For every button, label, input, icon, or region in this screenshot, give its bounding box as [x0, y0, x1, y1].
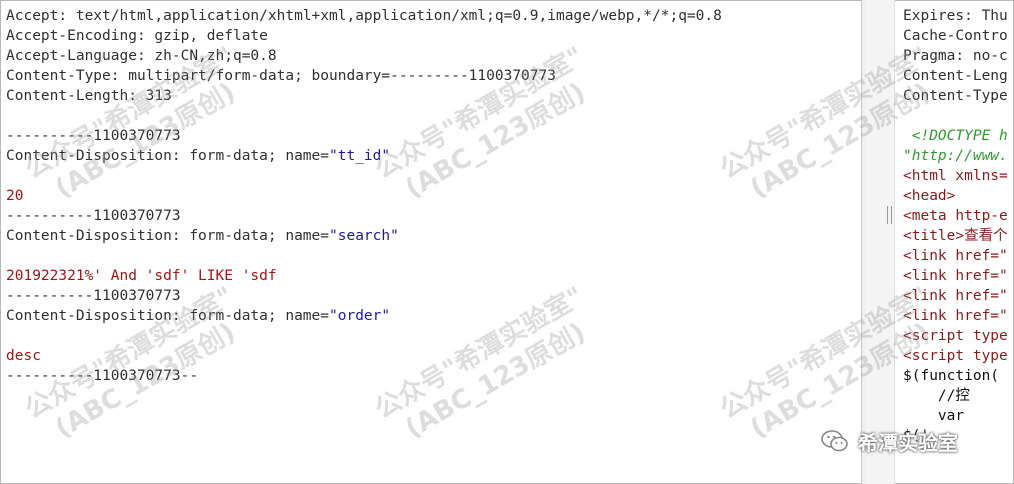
resp-script-tag: <script type: [903, 328, 1008, 344]
resp-link-tag: <link href=": [903, 268, 1008, 284]
header-accept-language: Accept-Language: zh-CN,zh;q=0.8: [6, 48, 277, 64]
value-tt-id: 20: [6, 188, 24, 204]
header-accept-encoding: Accept-Encoding: gzip, deflate: [6, 28, 268, 44]
header-content-length: Content-Length: 313: [6, 88, 172, 104]
resp-link-tag: <link href=": [903, 288, 1008, 304]
closing-boundary: ----------1100370773--: [6, 368, 199, 384]
field-name-order: "order": [329, 308, 391, 324]
vertical-scrollbar[interactable]: [866, 0, 895, 484]
resp-script-tag: <script type: [903, 348, 1008, 364]
header-accept: Accept: text/html,application/xhtml+xml,…: [6, 8, 722, 24]
resp-doctype-url: "http://www.: [903, 148, 1008, 164]
disposition-prefix: Content-Disposition: form-data; name=: [6, 148, 330, 164]
disposition-prefix: Content-Disposition: form-data; name=: [6, 308, 330, 324]
resp-header-expires: Expires: Thu: [903, 8, 1008, 24]
response-pane[interactable]: Expires: Thu Cache-Contro Pragma: no-c C…: [900, 1, 1013, 482]
value-order: desc: [6, 348, 41, 364]
disposition-tt-id: Content-Disposition: form-data; name="tt…: [6, 146, 390, 166]
header-content-type: Content-Type: multipart/form-data; bound…: [6, 68, 556, 84]
disposition-search: Content-Disposition: form-data; name="se…: [6, 226, 399, 246]
resp-meta-tag: <meta http-e: [903, 208, 1008, 224]
disposition-order: Content-Disposition: form-data; name="or…: [6, 306, 390, 326]
resp-js-comment: //控: [903, 388, 970, 404]
resp-head-tag: <head>: [903, 188, 956, 204]
wechat-icon: [821, 430, 848, 452]
field-name-tt-id: "tt_id": [329, 148, 391, 164]
splitter-grip-icon[interactable]: [887, 206, 892, 224]
resp-link-tag: <link href=": [903, 308, 1008, 324]
resp-header-content-type: Content-Type: [903, 88, 1008, 104]
resp-title-tag: <title>查看个: [903, 228, 1008, 244]
boundary-line: ----------1100370773: [6, 288, 181, 304]
brand-label: 希潭实验室: [858, 430, 958, 455]
resp-html-tag: <html xmlns=: [903, 168, 1008, 184]
resp-doctype: <!DOCTYPE h: [903, 128, 1008, 144]
resp-link-tag: <link href=": [903, 248, 1008, 264]
field-name-search: "search": [329, 228, 399, 244]
resp-js-function: $(function(: [903, 368, 1000, 384]
disposition-prefix: Content-Disposition: form-data; name=: [6, 228, 330, 244]
boundary-line: ----------1100370773: [6, 208, 181, 224]
request-pane[interactable]: Accept: text/html,application/xhtml+xml,…: [1, 1, 861, 482]
brand-badge: 希潭实验室: [820, 426, 958, 456]
resp-header-content-length: Content-Leng: [903, 68, 1008, 84]
boundary-line: ----------1100370773: [6, 128, 181, 144]
resp-header-pragma: Pragma: no-c: [903, 48, 1008, 64]
value-search: 201922321%' And 'sdf' LIKE 'sdf: [6, 268, 277, 284]
resp-js-var: var: [903, 408, 973, 424]
resp-header-cache-control: Cache-Contro: [903, 28, 1008, 44]
